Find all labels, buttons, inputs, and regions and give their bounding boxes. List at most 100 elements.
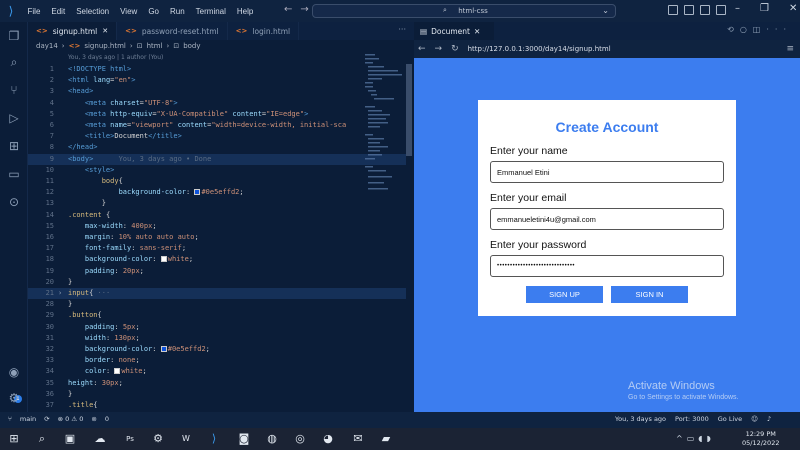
- remote-icon[interactable]: ⊙: [6, 194, 22, 210]
- code-line[interactable]: 9 <body> You, 3 days ago • Done: [28, 153, 406, 165]
- editor-tab[interactable]: <> password-reset.html: [117, 22, 228, 40]
- close-icon[interactable]: ✕: [474, 27, 480, 36]
- code-line[interactable]: 4 <meta charset="UTF-8">: [28, 98, 406, 109]
- minimap[interactable]: [363, 50, 403, 200]
- code-line[interactable]: 29 .button{: [28, 310, 406, 321]
- windows-start-icon[interactable]: ⊞: [6, 431, 22, 447]
- menu-item[interactable]: Edit: [46, 7, 71, 16]
- git-blame-status[interactable]: You, 3 days ago: [615, 415, 666, 423]
- editor-tab[interactable]: <> login.html: [228, 22, 300, 40]
- ports-count[interactable]: 0: [105, 415, 109, 423]
- fold-chevron-icon[interactable]: ›: [58, 288, 62, 299]
- vscode-icon[interactable]: ⟩: [206, 431, 222, 447]
- mail-icon[interactable]: ✉: [350, 431, 366, 447]
- task-view-icon[interactable]: ▣: [62, 431, 78, 447]
- preview-tab[interactable]: ▤ Document ✕: [414, 22, 494, 40]
- menu-item[interactable]: View: [115, 7, 143, 16]
- code-line[interactable]: 3 <head>: [28, 86, 406, 97]
- breadcrumb-file[interactable]: signup.html: [84, 42, 126, 50]
- password-input[interactable]: ••••••••••••••••••••••••••••••: [490, 255, 724, 277]
- menu-item[interactable]: File: [22, 7, 46, 16]
- close-icon[interactable]: ✕: [789, 3, 797, 14]
- code-line[interactable]: 21 › input{ ···: [28, 288, 406, 300]
- bell-icon[interactable]: ♪: [767, 415, 771, 423]
- toggle-sidebar-icon[interactable]: [668, 5, 678, 15]
- sync-icon[interactable]: ⟲: [727, 25, 740, 34]
- code-line[interactable]: 5 <meta http-equiv="X-UA-Compatible" con…: [28, 109, 406, 120]
- settings-gear-icon[interactable]: ⚙: [6, 390, 22, 406]
- toggle-panel-icon[interactable]: [684, 5, 694, 15]
- sync-icon[interactable]: ⟳: [44, 415, 49, 423]
- toggle-secondary-sidebar-icon[interactable]: [700, 5, 710, 15]
- code-line[interactable]: 2 <html lang="en">: [28, 75, 406, 86]
- restore-icon[interactable]: ❐: [760, 3, 769, 14]
- run-debug-icon[interactable]: ▷: [6, 110, 22, 126]
- code-line[interactable]: 18 background-color: white;: [28, 254, 406, 265]
- close-icon[interactable]: ✕: [102, 27, 108, 35]
- clock[interactable]: 12:29 PM 05/12/2022: [742, 430, 779, 448]
- branch-name[interactable]: main: [20, 415, 36, 423]
- code-line[interactable]: 1 <!DOCTYPE html>: [28, 64, 406, 75]
- command-center[interactable]: ⌕ html-css ⌄: [312, 4, 616, 18]
- code-line[interactable]: 7 <title>Document</title>: [28, 131, 406, 142]
- code-line[interactable]: 16 margin: 10% auto auto auto;: [28, 232, 406, 243]
- folder-icon[interactable]: ▭: [6, 166, 22, 182]
- target-icon[interactable]: ◎: [292, 431, 308, 447]
- menu-item[interactable]: Help: [231, 7, 258, 16]
- name-input[interactable]: Emmanuel Etini: [490, 161, 724, 183]
- system-tray[interactable]: ^▭◖◗: [676, 434, 715, 443]
- go-live-button[interactable]: Go Live: [718, 415, 742, 423]
- account-icon[interactable]: ◉: [6, 364, 22, 380]
- feedback-icon[interactable]: ☺: [751, 415, 758, 423]
- code-line[interactable]: 31 width: 130px;: [28, 333, 406, 344]
- customize-layout-icon[interactable]: [716, 5, 726, 15]
- code-line[interactable]: 20}: [28, 277, 406, 288]
- code-line[interactable]: 35 height: 30px;: [28, 378, 406, 389]
- more-icon[interactable]: ···: [766, 25, 792, 34]
- minimize-icon[interactable]: –: [735, 3, 740, 14]
- breadcrumb-folder[interactable]: day14: [36, 42, 58, 50]
- signin-button[interactable]: SIGN IN: [611, 286, 688, 303]
- search-icon[interactable]: ⌕: [6, 54, 22, 70]
- code-line[interactable]: 10 <style>: [28, 165, 406, 176]
- code-line[interactable]: 6 <meta name="viewport" content="width=d…: [28, 120, 406, 131]
- editor-tab[interactable]: <> signup.html ✕: [28, 22, 118, 40]
- globe-icon[interactable]: ◍: [264, 431, 280, 447]
- extensions-icon[interactable]: ⊞: [6, 138, 22, 154]
- url-field[interactable]: http://127.0.0.1:3000/day14/signup.html: [468, 45, 611, 53]
- code-line[interactable]: 28}: [28, 299, 406, 310]
- word-icon[interactable]: W: [178, 431, 194, 447]
- code-line[interactable]: 32 background-color: #0e5effd2;: [28, 344, 406, 355]
- circle-icon[interactable]: ○: [740, 25, 753, 34]
- editor-scrollbar[interactable]: [406, 64, 412, 156]
- app-icon[interactable]: ◙: [236, 431, 252, 447]
- chevron-down-icon[interactable]: ⌄: [602, 6, 609, 15]
- code-line[interactable]: 30 padding: 5px;: [28, 322, 406, 333]
- photoshop-icon[interactable]: Ps: [122, 431, 138, 447]
- file-explorer-icon[interactable]: ▰: [378, 431, 394, 447]
- code-line[interactable]: 19 padding: 20px;: [28, 266, 406, 277]
- code-line[interactable]: 34 color: white;: [28, 366, 406, 377]
- codelens-blame[interactable]: You, 3 days ago | 1 author (You): [68, 54, 163, 61]
- problems-indicator[interactable]: ⊗ 0 ⚠ 0: [58, 415, 84, 423]
- explorer-icon[interactable]: ❐: [6, 28, 22, 44]
- code-line[interactable]: 15 max-width: 400px;: [28, 221, 406, 232]
- chrome-icon[interactable]: ◕: [320, 431, 336, 447]
- cloud-icon[interactable]: ☁: [92, 431, 108, 447]
- code-line[interactable]: 36}: [28, 389, 406, 400]
- search-icon[interactable]: ⌕: [34, 431, 50, 447]
- code-line[interactable]: 11 body{: [28, 176, 406, 187]
- split-icon[interactable]: ◫: [753, 25, 767, 34]
- menu-item[interactable]: Run: [164, 7, 190, 16]
- code-line[interactable]: 33 border: none;: [28, 355, 406, 366]
- breadcrumb-body[interactable]: body: [183, 42, 200, 50]
- signup-button[interactable]: SIGN UP: [526, 286, 603, 303]
- menu-item[interactable]: Terminal: [190, 7, 231, 16]
- live-server-port[interactable]: Port: 3000: [675, 415, 709, 423]
- code-line[interactable]: 37 .title{: [28, 400, 406, 411]
- browser-nav-icons[interactable]: ←→↻: [418, 44, 468, 54]
- menu-icon[interactable]: ≡: [786, 44, 794, 54]
- menu-item[interactable]: Go: [143, 7, 165, 16]
- code-line[interactable]: 13 }: [28, 198, 406, 209]
- code-editor[interactable]: 1 <!DOCTYPE html> 2 <html lang="en"> 3 <head>…: [28, 64, 414, 412]
